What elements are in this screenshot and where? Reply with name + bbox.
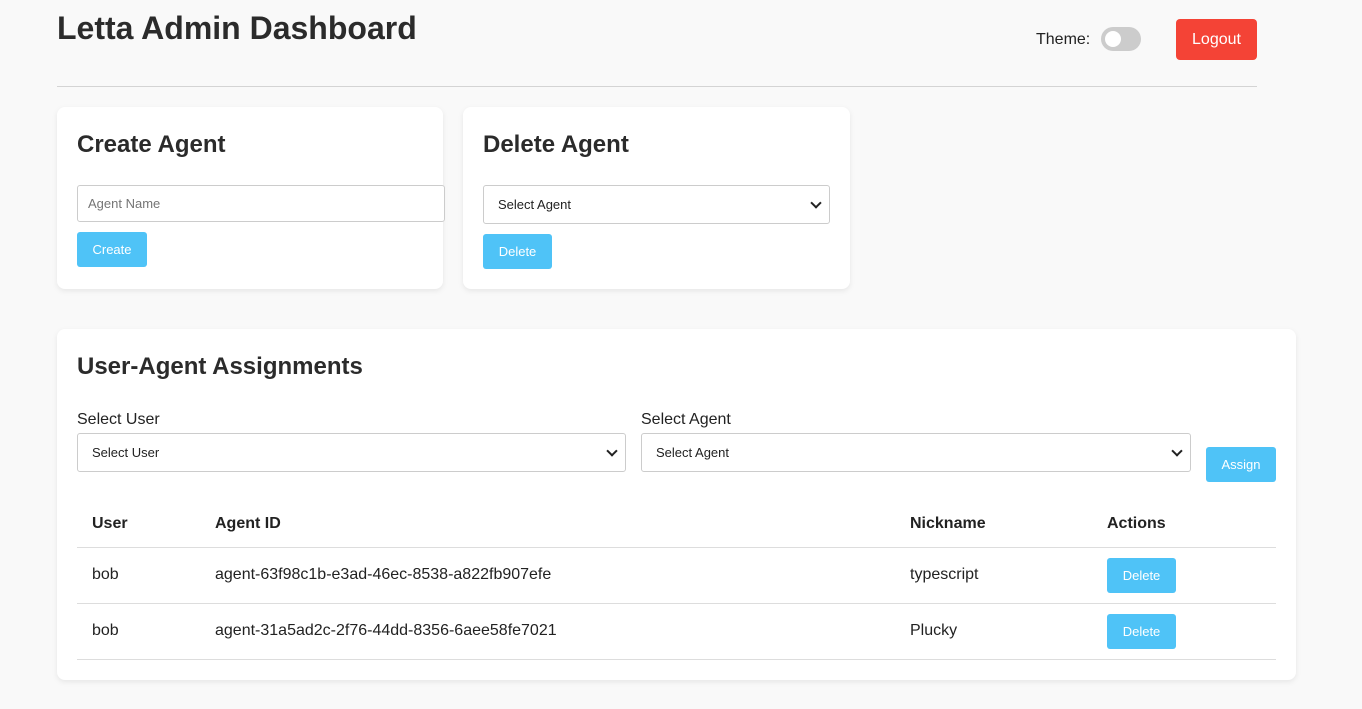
create-agent-button[interactable]: Create bbox=[77, 232, 147, 267]
select-user-label: Select User bbox=[77, 411, 160, 428]
delete-agent-select[interactable]: Select Agent bbox=[483, 185, 830, 224]
delete-agent-heading: Delete Agent bbox=[483, 131, 629, 158]
chevron-down-icon bbox=[606, 445, 618, 457]
delete-agent-select-value: Select Agent bbox=[498, 197, 571, 212]
row-actions: Delete bbox=[1092, 603, 1276, 660]
column-header-user: User bbox=[77, 502, 200, 548]
page-title: Letta Admin Dashboard bbox=[57, 10, 417, 46]
column-header-actions: Actions bbox=[1092, 502, 1276, 548]
delete-agent-card: Delete Agent Select Agent Delete bbox=[463, 107, 850, 289]
assignments-heading: User-Agent Assignments bbox=[77, 353, 363, 380]
chevron-down-icon bbox=[810, 197, 822, 209]
select-agent-label: Select Agent bbox=[641, 411, 731, 428]
delete-agent-button[interactable]: Delete bbox=[483, 234, 552, 269]
toggle-knob bbox=[1105, 31, 1121, 47]
row-user: bob bbox=[77, 547, 200, 604]
select-user-dropdown[interactable]: Select User bbox=[77, 433, 626, 472]
select-agent-dropdown[interactable]: Select Agent bbox=[641, 433, 1191, 472]
chevron-down-icon bbox=[1171, 445, 1183, 457]
theme-toggle[interactable] bbox=[1101, 27, 1141, 51]
column-header-agent-id: Agent ID bbox=[200, 502, 895, 548]
logout-button[interactable]: Logout bbox=[1176, 19, 1257, 60]
table-header-row: User Agent ID Nickname Actions bbox=[77, 502, 1276, 548]
select-user-value: Select User bbox=[92, 445, 160, 460]
row-agent-id: agent-63f98c1b-e3ad-46ec-8538-a822fb907e… bbox=[200, 547, 895, 604]
row-delete-button[interactable]: Delete bbox=[1107, 613, 1176, 649]
theme-label: Theme: bbox=[1036, 31, 1091, 48]
user-agent-assignments-card: User-Agent Assignments Select User Selec… bbox=[57, 329, 1296, 680]
row-actions: Delete bbox=[1092, 547, 1276, 604]
row-nickname: Plucky bbox=[895, 603, 1092, 660]
page-header: Letta Admin Dashboard Theme: Logout bbox=[57, 0, 1257, 87]
select-agent-value: Select Agent bbox=[656, 445, 729, 460]
admin-dashboard-page: Letta Admin Dashboard Theme: Logout Crea… bbox=[0, 0, 1362, 709]
table-row: bob agent-63f98c1b-e3ad-46ec-8538-a822fb… bbox=[77, 547, 1276, 604]
create-agent-card: Create Agent Create bbox=[57, 107, 445, 289]
row-delete-button[interactable]: Delete bbox=[1107, 557, 1176, 593]
agent-name-input[interactable] bbox=[77, 185, 445, 222]
assignments-table: User Agent ID Nickname Actions bob agent… bbox=[77, 502, 1276, 660]
row-agent-id: agent-31a5ad2c-2f76-44dd-8356-6aee58fe70… bbox=[200, 603, 895, 660]
assign-button[interactable]: Assign bbox=[1206, 447, 1276, 482]
row-nickname: typescript bbox=[895, 547, 1092, 604]
row-user: bob bbox=[77, 603, 200, 660]
column-header-nickname: Nickname bbox=[895, 502, 1092, 548]
create-agent-heading: Create Agent bbox=[77, 131, 226, 158]
table-row: bob agent-31a5ad2c-2f76-44dd-8356-6aee58… bbox=[77, 603, 1276, 660]
